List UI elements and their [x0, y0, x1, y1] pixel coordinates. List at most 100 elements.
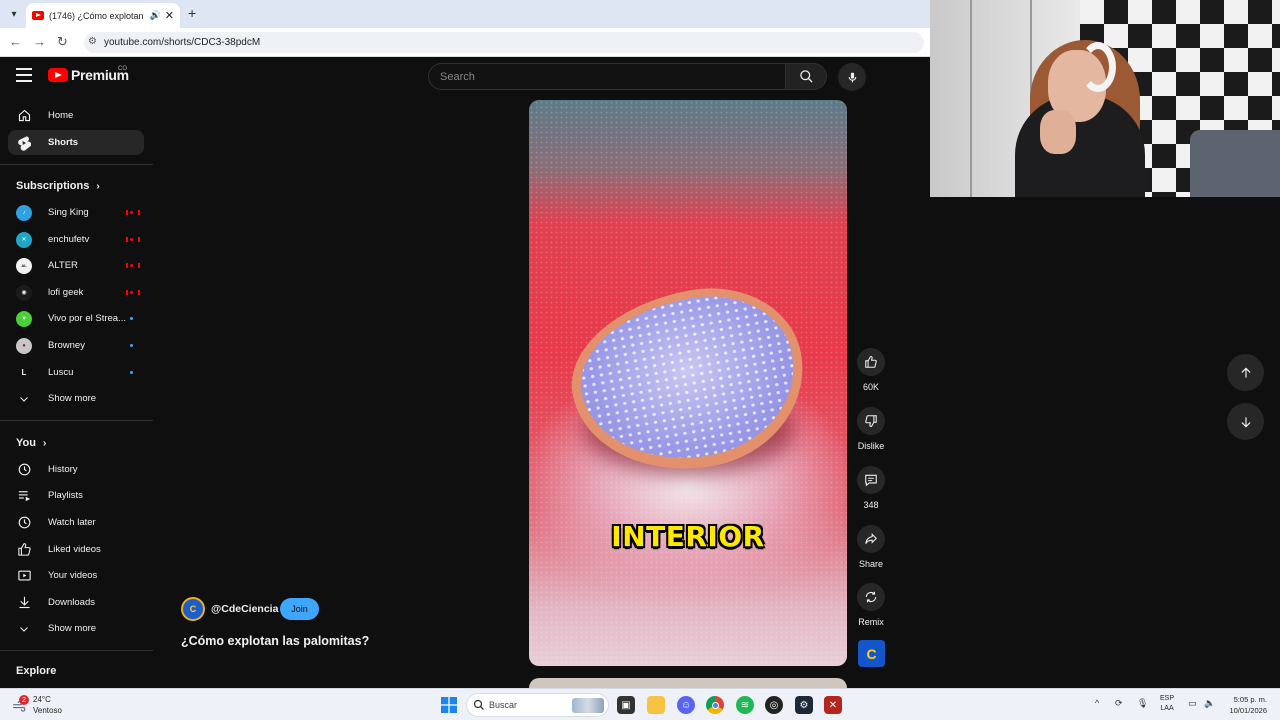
comment-icon: [865, 474, 877, 487]
you-show-more[interactable]: Show more: [8, 616, 144, 641]
menu-icon[interactable]: [16, 68, 32, 82]
wardrobe-line: [970, 0, 972, 197]
subscriptions-show-more[interactable]: Show more: [8, 386, 144, 411]
sync-icon[interactable]: ⟳: [1115, 698, 1123, 709]
chevron-down-icon: [16, 391, 32, 407]
chrome-icon[interactable]: [706, 696, 724, 714]
sidebar-item-your-videos[interactable]: Your videos: [8, 563, 144, 588]
language-indicator[interactable]: ESP LAA: [1160, 694, 1174, 714]
sidebar-item-sing-king[interactable]: ♪ Sing King: [8, 200, 144, 225]
remix-icon: [865, 591, 877, 603]
task-view-icon[interactable]: ▣: [617, 696, 635, 714]
search-placeholder: Search: [440, 70, 475, 83]
browser-tab[interactable]: (1746) ¿Cómo explotan las palomitas? 🔊 ✕: [26, 3, 180, 28]
comments-button-circle[interactable]: [857, 466, 885, 494]
back-icon[interactable]: ←: [9, 34, 22, 49]
avatar: ✕: [16, 231, 32, 248]
watch-later-icon: [16, 515, 32, 531]
sidebar-item-watch-later[interactable]: Watch later: [8, 510, 144, 535]
close-tab-icon[interactable]: ✕: [165, 9, 174, 22]
reload-icon[interactable]: ↻: [57, 34, 68, 50]
explore-heading-label: Explore: [16, 665, 57, 677]
sidebar-item-label: enchufetv: [48, 234, 90, 245]
sidebar-item-lofi-geek[interactable]: ◉ lofi geek: [8, 280, 144, 305]
site-info-icon[interactable]: ⚙: [88, 36, 97, 47]
dislike-label: Dislike: [857, 441, 885, 451]
like-count: 60K: [862, 382, 879, 392]
search-button[interactable]: [786, 63, 827, 90]
sidebar-item-liked-videos[interactable]: Liked videos: [8, 537, 144, 562]
sidebar-item-playlists[interactable]: Playlists: [8, 483, 144, 508]
sidebar-item-luscu[interactable]: L Luscu: [8, 360, 144, 385]
join-button[interactable]: Join: [280, 598, 319, 620]
volume-icon[interactable]: 🔈: [1204, 698, 1215, 709]
like-button[interactable]: 60K: [857, 348, 885, 392]
voice-search-button[interactable]: [838, 63, 866, 91]
divider: [0, 650, 153, 651]
weather-condition: Ventoso: [33, 706, 62, 715]
taskbar-search-label: Buscar: [489, 700, 518, 710]
url-text: youtube.com/shorts/CDC3-38pdcM: [104, 37, 261, 48]
network-icon[interactable]: ▭: [1188, 698, 1197, 709]
sidebar-item-shorts[interactable]: Shorts: [8, 130, 144, 155]
like-button-circle[interactable]: [857, 348, 885, 376]
share-button[interactable]: Share: [857, 525, 885, 569]
steam-icon[interactable]: ⚙: [795, 696, 813, 714]
weather-widget[interactable]: 2 24°C Ventoso: [12, 694, 62, 716]
remix-button[interactable]: Remix: [857, 583, 885, 627]
comment-count: 348: [863, 500, 879, 510]
you-heading[interactable]: You ›: [16, 437, 46, 449]
chevron-right-icon: ›: [42, 437, 47, 449]
share-icon: [865, 533, 877, 544]
comments-button[interactable]: 348: [857, 466, 885, 510]
obs-icon[interactable]: ◎: [765, 696, 783, 714]
short-video-player[interactable]: INTERIOR: [529, 100, 847, 666]
sidebar-item-vivo-por-el-stream[interactable]: ♥ Vivo por el Strea...: [8, 306, 144, 331]
divider: [0, 420, 153, 421]
sidebar-item-home[interactable]: Home: [8, 103, 144, 128]
speaker-icon[interactable]: 🔊: [150, 10, 161, 21]
browser-tab-bar: ▾ (1746) ¿Cómo explotan las palomitas? 🔊…: [0, 0, 930, 28]
taskbar-search[interactable]: Buscar: [466, 693, 609, 717]
youtube-logo[interactable]: Premium CO: [48, 66, 129, 83]
discord-icon[interactable]: ☺: [677, 696, 695, 714]
file-explorer-icon[interactable]: [647, 696, 665, 714]
microphone-tray-icon[interactable]: 🎙: [1137, 698, 1148, 709]
dislike-button[interactable]: Dislike: [857, 407, 885, 451]
search-input[interactable]: Search: [428, 63, 786, 90]
dota-icon[interactable]: ✕: [824, 696, 842, 714]
tab-search-button[interactable]: ▾: [5, 5, 23, 23]
sidebar-item-enchufetv[interactable]: ✕ enchufetv: [8, 227, 144, 252]
next-short-button[interactable]: [1227, 403, 1264, 440]
start-button[interactable]: [440, 696, 458, 714]
clock[interactable]: 5:05 p. m. 10/01/2026: [1222, 694, 1267, 716]
sidebar-item-browney[interactable]: ● Browney: [8, 333, 144, 358]
sidebar-item-history[interactable]: History: [8, 457, 144, 482]
address-bar[interactable]: ⚙ youtube.com/shorts/CDC3-38pdcM: [84, 32, 924, 53]
spotify-icon[interactable]: ≋: [736, 696, 754, 714]
language-code: ESP: [1160, 695, 1175, 702]
channel-handle[interactable]: @CdeCiencia: [211, 603, 278, 615]
sidebar-item-alter[interactable]: AL ALTER: [8, 253, 144, 278]
channel-thumbnail[interactable]: C: [858, 640, 885, 667]
sidebar-item-label: Shorts: [48, 137, 79, 148]
sidebar-item-downloads[interactable]: Downloads: [8, 590, 144, 615]
new-tab-button[interactable]: +: [188, 5, 196, 21]
sidebar-item-label: Sing King: [48, 207, 89, 218]
tray-chevron-icon[interactable]: ^: [1095, 698, 1099, 708]
remix-button-circle[interactable]: [857, 583, 885, 611]
home-icon: [16, 108, 32, 124]
avatar: ◉: [16, 284, 32, 301]
live-icon: [126, 262, 140, 269]
arrow-up-icon: [1241, 367, 1250, 378]
share-button-circle[interactable]: [857, 525, 885, 553]
previous-short-button[interactable]: [1227, 354, 1264, 391]
tab-title: (1746) ¿Cómo explotan las palomitas?: [49, 10, 146, 21]
couch: [1190, 130, 1280, 197]
avatar: ●: [16, 337, 32, 354]
subscriptions-heading[interactable]: Subscriptions ›: [16, 180, 100, 192]
show-more-label: Show more: [48, 623, 97, 634]
forward-icon[interactable]: →: [33, 34, 46, 49]
dislike-button-circle[interactable]: [857, 407, 885, 435]
channel-avatar[interactable]: C: [181, 597, 205, 621]
